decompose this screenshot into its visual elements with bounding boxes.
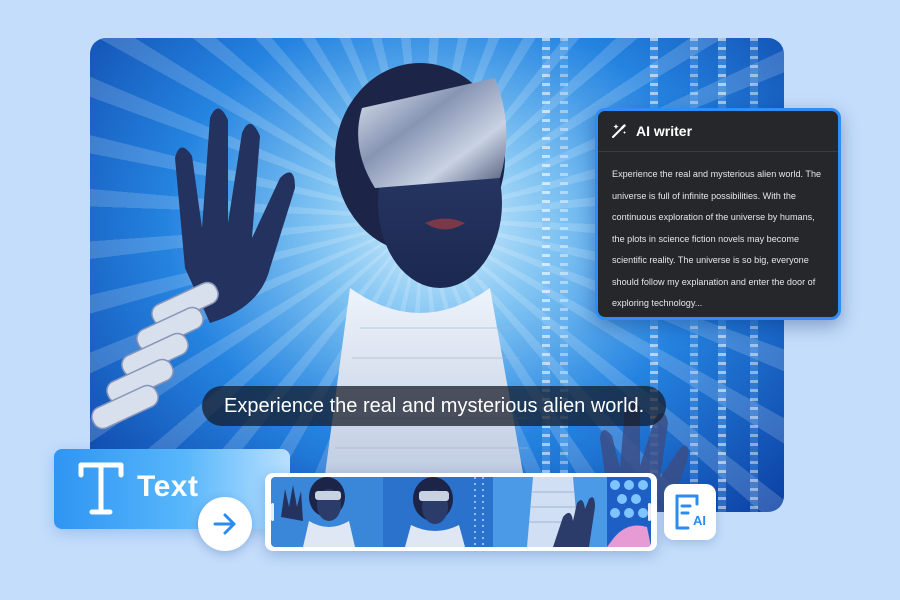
text-tool-label: Text bbox=[137, 470, 199, 503]
ai-writer-header: AI writer bbox=[598, 111, 838, 152]
filmstrip-frames bbox=[271, 477, 651, 547]
trim-handle-left[interactable] bbox=[271, 503, 274, 521]
magic-wand-icon bbox=[612, 124, 626, 138]
promo-stage: Experience the real and mysterious alien… bbox=[0, 0, 900, 600]
ai-document-button[interactable]: AI bbox=[664, 484, 716, 540]
convert-arrow-button[interactable] bbox=[198, 497, 252, 551]
ai-writer-title: AI writer bbox=[636, 123, 693, 139]
timeline-filmstrip[interactable] bbox=[265, 473, 657, 551]
ai-writer-generated-text[interactable]: Experience the real and mysterious alien… bbox=[598, 152, 838, 315]
ai-document-label: AI bbox=[693, 513, 706, 528]
filmstrip-frame[interactable] bbox=[493, 477, 607, 547]
arrow-right-icon bbox=[213, 513, 236, 535]
filmstrip-frame[interactable] bbox=[383, 477, 493, 547]
trim-handle-right[interactable] bbox=[648, 503, 651, 521]
filmstrip-frame[interactable] bbox=[271, 477, 383, 547]
ai-writer-panel[interactable]: AI writer Experience the real and myster… bbox=[595, 108, 841, 320]
text-tool-card[interactable]: Text bbox=[54, 449, 290, 529]
text-t-icon bbox=[78, 462, 124, 515]
ai-document-icon bbox=[675, 494, 699, 530]
filmstrip-frame[interactable] bbox=[607, 477, 651, 547]
video-subtitle: Experience the real and mysterious alien… bbox=[202, 386, 667, 426]
